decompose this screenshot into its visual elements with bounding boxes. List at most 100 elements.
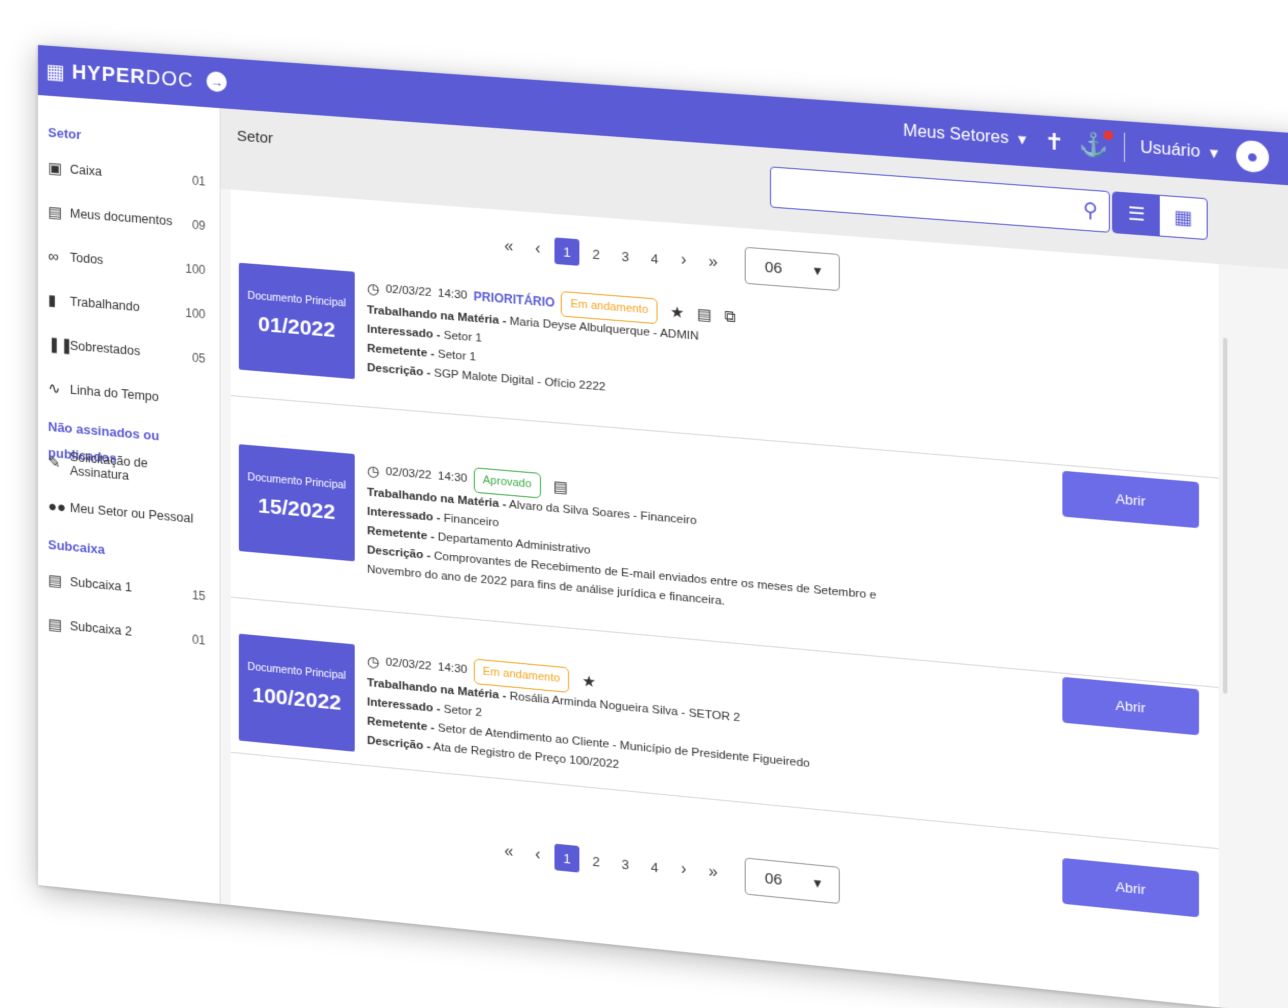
field-value: Setor 2 <box>443 703 482 720</box>
page-button-1[interactable]: 1 <box>554 237 580 266</box>
page-button-4[interactable]: 4 <box>642 244 667 273</box>
sidebar-item-label: Todos <box>69 250 104 268</box>
first-page-icon[interactable]: « <box>496 838 521 867</box>
sectors-dropdown[interactable]: Meus Setores ▼ <box>903 122 1029 150</box>
sidebar-item-count: 01 <box>191 173 206 189</box>
scrollbar[interactable] <box>1223 337 1228 695</box>
document-number: 100/2022 <box>252 683 342 716</box>
sidebar-item-label: Solicitação de Assinatura <box>69 449 148 483</box>
page-button-3[interactable]: 3 <box>613 242 638 271</box>
document-badge[interactable]: Documento Principal 15/2022 <box>238 444 355 562</box>
first-page-icon[interactable]: « <box>496 233 521 261</box>
document-number: 01/2022 <box>258 312 336 343</box>
sidebar-item-count: 05 <box>191 350 206 366</box>
document-date: 02/03/22 <box>385 465 432 482</box>
page-button-3[interactable]: 3 <box>613 849 638 878</box>
sidebar-item-count: 100 <box>185 261 206 278</box>
per-page-value: 06 <box>764 258 783 277</box>
search-box: ⚲ <box>769 166 1110 233</box>
app-window: ▦ HYPERDOC → Meus Setores ▼ ✝ ⚓ Usuário ▼ … <box>38 45 1288 1008</box>
sidebar-item-count: 15 <box>191 588 206 604</box>
next-page-icon[interactable]: › <box>671 246 696 275</box>
open-button[interactable]: Abrir <box>1062 857 1199 918</box>
sidebar-toggle-icon[interactable]: → <box>206 70 227 93</box>
sidebar-item-label: Caixa <box>69 162 102 179</box>
document-date: 02/03/22 <box>385 655 432 673</box>
notification-bell-icon[interactable]: ⚓ <box>1079 130 1114 160</box>
field-value: Financeiro <box>443 512 500 530</box>
document-label: Documento Principal <box>247 471 347 492</box>
avatar-icon[interactable]: ● <box>1236 139 1269 174</box>
last-page-icon[interactable]: » <box>701 858 726 887</box>
field-label: Remetente - <box>367 524 435 544</box>
user-dropdown[interactable]: Usuário ▼ <box>1140 139 1221 164</box>
sidebar-item-label: Sobrestados <box>69 338 141 359</box>
chevron-down-icon: ▼ <box>811 875 824 892</box>
document-date: 02/03/22 <box>385 282 432 299</box>
sectors-label: Meus Setores <box>903 122 1009 148</box>
sidebar: Setor ▣ Caixa 01 ▤ Meus documentos 09 ∞ Todos… <box>38 95 221 904</box>
next-page-icon[interactable]: › <box>671 855 696 884</box>
star-icon[interactable]: ★ <box>582 671 596 692</box>
field-label: Descrição - <box>367 361 431 380</box>
star-icon[interactable]: ★ <box>670 302 684 323</box>
document-number: 15/2022 <box>258 494 336 525</box>
search-icon[interactable]: ⚲ <box>1083 199 1098 224</box>
per-page-select[interactable]: 06 ▼ <box>744 246 840 292</box>
people-icon: ●● <box>47 497 67 516</box>
document-badge[interactable]: Documento Principal 100/2022 <box>238 633 355 752</box>
document-info: ◷ 02/03/22 14:30 Aprovado ▤ Trabalhando … <box>367 457 910 629</box>
document-badge[interactable]: Documento Principal 01/2022 <box>238 262 355 380</box>
briefcase-icon: ▮ <box>47 291 57 310</box>
chevron-down-icon: ▼ <box>1206 144 1221 162</box>
sidebar-item-label: Linha do Tempo <box>69 382 159 405</box>
document-time: 14:30 <box>437 660 468 676</box>
list-view-icon[interactable]: ☰ <box>1113 192 1160 236</box>
clock-icon: ◷ <box>367 461 380 479</box>
note-icon[interactable]: ▤ <box>553 477 568 498</box>
last-page-icon[interactable]: » <box>701 249 726 278</box>
subinbox-icon: ▤ <box>47 571 63 591</box>
note-icon[interactable]: ▤ <box>697 304 712 325</box>
field-value: Setor 1 <box>437 348 476 364</box>
document-time: 14:30 <box>437 286 468 302</box>
sidebar-item-label: Subcaixa 1 <box>69 574 132 595</box>
page-button-1[interactable]: 1 <box>554 843 580 873</box>
sidebar-item-label: Trabalhando <box>69 294 140 315</box>
prev-page-icon[interactable]: ‹ <box>525 235 550 263</box>
chevron-down-icon: ▼ <box>1015 131 1030 148</box>
view-switcher: ☰ ▦ <box>1112 191 1208 241</box>
search-input[interactable] <box>771 167 1060 229</box>
accessibility-icon[interactable]: ✝ <box>1044 128 1064 156</box>
field-label: Remetente - <box>367 342 435 361</box>
document-label: Documento Principal <box>247 289 347 310</box>
priority-tag: PRIORITÁRIO <box>473 288 555 310</box>
chevron-down-icon: ▼ <box>811 263 824 279</box>
clock-icon: ◷ <box>367 652 380 670</box>
grid-view-icon[interactable]: ▦ <box>1160 196 1207 239</box>
sidebar-item-count: 100 <box>185 305 206 322</box>
document-list: « ‹ 1 2 3 4 › » 06 ▼ Documento Principal … <box>230 189 1219 1008</box>
field-value: Setor 1 <box>443 329 482 345</box>
page-button-2[interactable]: 2 <box>584 847 609 876</box>
field-label: Interessado - <box>367 505 441 525</box>
sidebar-item-label: Meus documentos <box>69 206 173 229</box>
user-label: Usuário <box>1140 139 1201 162</box>
document-label: Documento Principal <box>247 660 347 683</box>
brand-bold: HYPER <box>71 60 146 89</box>
sidebar-item-count: 01 <box>191 632 206 648</box>
per-page-select[interactable]: 06 ▼ <box>744 857 840 905</box>
sidebar-item-label: Subcaixa 2 <box>69 618 132 639</box>
page-button-2[interactable]: 2 <box>584 240 609 268</box>
divider <box>1123 132 1126 162</box>
clock-icon: ◷ <box>367 279 380 297</box>
sidebar-item-count: 09 <box>191 217 206 233</box>
field-label: Descrição - <box>367 734 431 754</box>
document-time: 14:30 <box>437 469 468 485</box>
page-button-4[interactable]: 4 <box>642 852 667 881</box>
field-label: Remetente - <box>367 715 435 735</box>
share-icon[interactable]: ⧉ <box>724 306 735 326</box>
field-label: Interessado - <box>367 323 441 342</box>
brand-light: DOC <box>145 66 194 92</box>
prev-page-icon[interactable]: ‹ <box>525 841 550 870</box>
